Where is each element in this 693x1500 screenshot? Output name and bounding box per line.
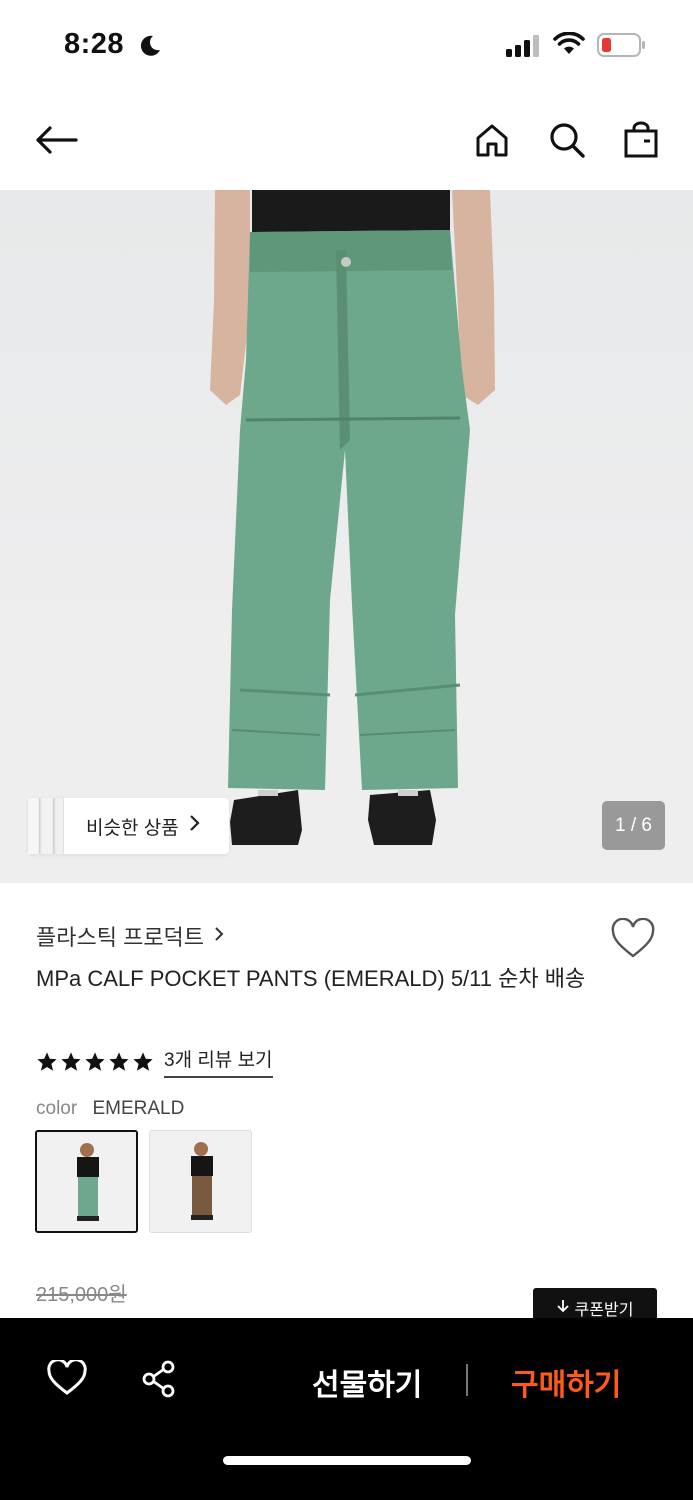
star-icon (61, 1051, 81, 1071)
color-swatch-emerald[interactable] (35, 1130, 138, 1233)
similar-products-label: 비슷한 상품 (86, 817, 179, 839)
home-indicator[interactable] (223, 1456, 471, 1465)
moon-icon (138, 34, 162, 63)
chevron-right-icon (214, 925, 224, 948)
download-arrow-icon (556, 1299, 569, 1318)
swatch-thumbnail (37, 1132, 136, 1231)
home-icon[interactable] (468, 116, 516, 164)
share-icon[interactable] (140, 1360, 178, 1403)
status-time: 8:28 (64, 28, 125, 60)
coupon-label: 쿠폰받기 (574, 1302, 634, 1319)
product-photo (0, 190, 693, 883)
search-icon[interactable] (543, 116, 591, 164)
status-bar: 8:28 (0, 0, 693, 92)
original-price: 215,000원 (36, 1284, 127, 1306)
star-icon (109, 1051, 129, 1071)
battery-icon (597, 33, 647, 62)
back-arrow-icon[interactable] (32, 116, 80, 164)
color-row: color EMERALD (36, 1098, 184, 1120)
rating-row: 3개 리뷰 보기 (36, 1045, 273, 1078)
color-swatch-brown[interactable] (149, 1130, 252, 1233)
wishlist-heart-icon[interactable] (47, 1358, 87, 1401)
similar-products-thumbnail (28, 798, 64, 854)
chevron-right-icon (189, 814, 201, 838)
gift-button[interactable]: 선물하기 (312, 1360, 422, 1404)
color-value: EMERALD (92, 1098, 185, 1119)
star-rating (36, 1051, 154, 1073)
star-icon (37, 1051, 57, 1071)
swatch-thumbnail (150, 1131, 251, 1232)
color-label: color (36, 1098, 78, 1119)
brand-name: 플라스틱 프로덕트 (36, 925, 205, 950)
shopping-bag-icon[interactable] (617, 116, 665, 164)
cellular-signal-icon (506, 35, 542, 62)
wifi-icon (553, 31, 585, 61)
divider (466, 1364, 468, 1396)
review-link[interactable]: 3개 리뷰 보기 (164, 1045, 273, 1078)
brand-link[interactable]: 플라스틱 프로덕트 (36, 920, 224, 952)
star-icon (133, 1051, 153, 1071)
star-icon (85, 1051, 105, 1071)
similar-products-button[interactable]: 비슷한 상품 (28, 798, 229, 854)
bottom-action-bar: 선물하기 구매하기 (0, 1318, 693, 1500)
image-counter: 1 / 6 (602, 801, 665, 850)
heart-icon[interactable] (610, 917, 656, 965)
buy-button[interactable]: 구매하기 (511, 1360, 621, 1404)
product-image-carousel[interactable]: 비슷한 상품 1 / 6 (0, 190, 693, 883)
product-title: MPa CALF POCKET PANTS (EMERALD) 5/11 순차 … (36, 966, 586, 991)
top-navigation (0, 92, 693, 190)
